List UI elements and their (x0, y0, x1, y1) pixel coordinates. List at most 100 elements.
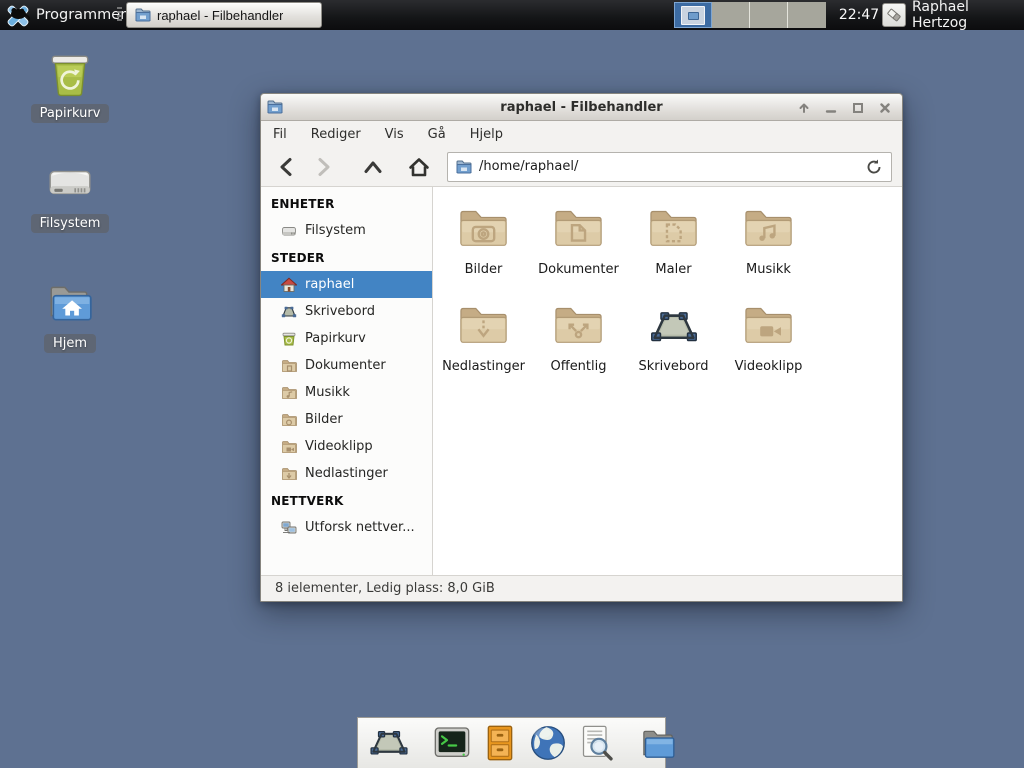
sidebar-item-utforsk-nettver-[interactable]: Utforsk nettver... (261, 514, 432, 541)
shade-button[interactable] (795, 99, 813, 117)
sidebar-item-dokumenter[interactable]: Dokumenter (261, 352, 432, 379)
close-button[interactable] (876, 99, 894, 117)
folder-pictures-icon (281, 412, 297, 428)
file-item-dokumenter[interactable]: Dokumenter (531, 198, 626, 295)
username-label[interactable]: Raphael Hertzog (912, 0, 1024, 30)
file-item-label: Offentlig (551, 359, 607, 374)
dock (357, 717, 666, 768)
file-item-label: Skrivebord (638, 359, 708, 374)
home-button[interactable] (403, 152, 435, 182)
folder-documents-icon (550, 198, 607, 256)
workspace-3[interactable] (750, 2, 788, 28)
taskbar-window-button[interactable]: raphael - Filbehandler (126, 2, 322, 28)
sidebar-header: NETTVERK (261, 487, 432, 514)
file-item-bilder[interactable]: Bilder (436, 198, 531, 295)
web-browser-icon (528, 723, 568, 763)
file-item-musikk[interactable]: Musikk (721, 198, 816, 295)
sidebar-item-nedlastinger[interactable]: Nedlastinger (261, 460, 432, 487)
back-button[interactable] (271, 152, 303, 182)
sidebar-item-label: raphael (305, 277, 354, 292)
sidebar-item-raphael[interactable]: raphael (261, 271, 432, 298)
window-controls (795, 94, 894, 121)
sidebar-item-bilder[interactable]: Bilder (261, 406, 432, 433)
dock-file-cabinet-button[interactable] (480, 721, 520, 765)
desktop-icon-papirkurv[interactable]: Papirkurv (20, 48, 120, 123)
workspace-4[interactable] (788, 2, 826, 28)
sidebar-item-skrivebord[interactable]: Skrivebord (261, 298, 432, 325)
sidebar-item-papirkurv[interactable]: Papirkurv (261, 325, 432, 352)
folder-pictures-icon (455, 198, 512, 256)
desktop-icon-label: Papirkurv (31, 104, 110, 123)
desktop-icon (648, 295, 700, 353)
file-item-skrivebord[interactable]: Skrivebord (626, 295, 721, 392)
menu-4[interactable]: Hjelp (470, 127, 503, 142)
file-item-nedlastinger[interactable]: Nedlastinger (436, 295, 531, 392)
workspace-switcher[interactable] (674, 2, 826, 28)
file-item-label: Dokumenter (538, 262, 619, 277)
up-button[interactable] (357, 152, 389, 182)
sidebar-item-label: Filsystem (305, 223, 366, 238)
dock-app-search-button[interactable] (576, 721, 616, 765)
desktop-icon-label: Filsystem (31, 214, 110, 233)
terminal-icon (432, 723, 472, 763)
window-folder-icon (267, 99, 283, 115)
clock[interactable]: 22:47 (836, 0, 882, 30)
menu-2[interactable]: Vis (385, 127, 404, 142)
workspace-2[interactable] (712, 2, 750, 28)
desktop-wallpaper: Programmer raphael - Filbehandler 22:47 … (0, 0, 1024, 768)
file-item-label: Maler (655, 262, 691, 277)
xfce-logo-icon (6, 3, 30, 27)
file-item-offentlig[interactable]: Offentlig (531, 295, 626, 392)
taskbar-window-label: raphael - Filbehandler (157, 8, 283, 23)
path-bar[interactable]: /home/raphael/ (447, 152, 892, 182)
sidebar-item-musikk[interactable]: Musikk (261, 379, 432, 406)
folder-videos-icon (281, 439, 297, 455)
sidebar-item-label: Nedlastinger (305, 466, 388, 481)
mini-folder-icon (688, 12, 699, 20)
menu-0[interactable]: Fil (273, 127, 287, 142)
file-item-videoklipp[interactable]: Videoklipp (721, 295, 816, 392)
harddrive-icon (281, 223, 297, 239)
user-session-button[interactable] (882, 3, 906, 27)
forward-button[interactable] (307, 152, 339, 182)
dock-show-desktop-button[interactable] (368, 721, 410, 765)
sidebar-item-label: Papirkurv (305, 331, 366, 346)
desktop-icon-hjem[interactable]: Hjem (20, 278, 120, 353)
path-text[interactable]: /home/raphael/ (479, 159, 858, 174)
desktop-icon-label: Hjem (44, 334, 96, 353)
folder-music-icon (740, 198, 797, 256)
sidebar-item-filsystem[interactable]: Filsystem (261, 217, 432, 244)
app-search-icon (576, 723, 616, 763)
dock-web-browser-button[interactable] (528, 721, 568, 765)
file-item-maler[interactable]: Maler (626, 198, 721, 295)
network-icon (281, 520, 297, 536)
folder-icon (456, 159, 472, 175)
panel-handle[interactable] (117, 7, 122, 23)
eraser-icon (885, 6, 903, 24)
file-item-label: Nedlastinger (442, 359, 525, 374)
dock-file-manager-button[interactable] (638, 721, 678, 765)
menu-1[interactable]: Rediger (311, 127, 361, 142)
desktop-icon (281, 304, 297, 320)
menubar: Fil Rediger Vis Gå Hjelp (261, 121, 902, 147)
sidebar-item-label: Bilder (305, 412, 343, 427)
sidebar-header: STEDER (261, 244, 432, 271)
workspace-1[interactable] (674, 2, 712, 28)
home-icon (281, 277, 297, 293)
dock-terminal-button[interactable] (432, 721, 472, 765)
desktop-icon-filsystem[interactable]: Filsystem (20, 158, 120, 233)
menu-3[interactable]: Gå (428, 127, 446, 142)
file-manager-icon (638, 723, 678, 763)
refresh-icon[interactable] (865, 158, 883, 176)
sidebar-header: ENHETER (261, 190, 432, 217)
sidebar-item-label: Dokumenter (305, 358, 386, 373)
minimize-button[interactable] (822, 99, 840, 117)
sidebar-item-videoklipp[interactable]: Videoklipp (261, 433, 432, 460)
maximize-button[interactable] (849, 99, 867, 117)
sidebar-item-label: Skrivebord (305, 304, 375, 319)
applications-menu[interactable]: Programmer (4, 0, 134, 30)
file-grid: Bilder Dokumenter Maler Musikk (433, 187, 902, 575)
window-titlebar[interactable]: raphael - Filbehandler (261, 94, 902, 121)
window-content: ENHETER Filsystem STEDER raphael Skrivebo… (261, 187, 902, 575)
file-item-label: Bilder (465, 262, 503, 277)
